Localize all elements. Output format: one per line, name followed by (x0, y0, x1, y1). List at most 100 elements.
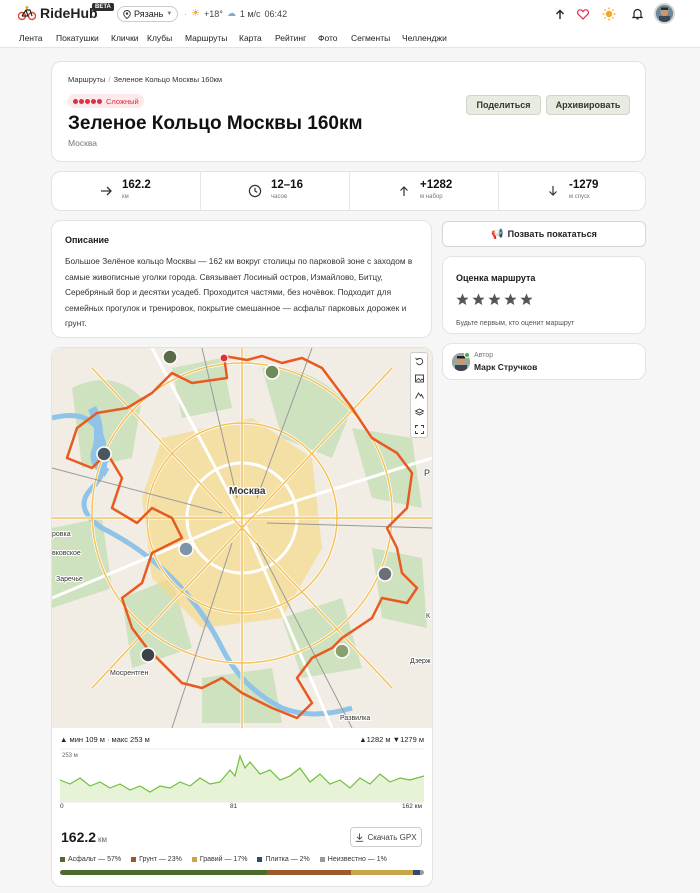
download-gpx-label: Скачать GPX (367, 832, 417, 842)
star-icon[interactable] (472, 293, 485, 306)
star-icon[interactable] (504, 293, 517, 306)
route-map[interactable]: Москва Заречье Мосрентген Развилка Дзерж… (52, 348, 432, 728)
breadcrumb: Маршруты / Зеленое Кольцо Москвы 160км (68, 75, 223, 84)
author-card[interactable]: Автор Марк Стручков (442, 343, 646, 380)
nav-item-feed[interactable]: Лента (19, 33, 43, 43)
elevation-gain-loss: ▲1282 м ▼1279 м (359, 735, 424, 744)
fullscreen-icon[interactable] (411, 421, 427, 438)
reset-view-icon[interactable] (411, 353, 427, 370)
description-text: Большое Зелёное кольцо Москвы — 162 км в… (65, 256, 413, 328)
map-label: ровка (52, 531, 71, 538)
difficulty-badge: Сложный (68, 94, 144, 108)
breadcrumb-current: Зеленое Кольцо Москвы 160км (113, 75, 223, 84)
mountain-icon: ▲ (60, 735, 68, 744)
beta-badge: BETA (92, 3, 114, 11)
megaphone-icon: 📢 (491, 228, 504, 240)
stat-value: 12–16 (271, 179, 303, 191)
nav-item-rating[interactable]: Рейтинг (275, 33, 306, 43)
surface-breakdown-bar (60, 870, 424, 875)
stat-value: -1279 (569, 179, 599, 191)
nav-item-photos[interactable]: Фото (318, 33, 338, 43)
brand-name: RideHub (40, 5, 98, 21)
stat-label: часов (271, 194, 288, 200)
legend-item: Гравий — 17% (191, 856, 247, 863)
elevation-loss: ▼1279 м (392, 735, 424, 744)
elevation-chart[interactable]: 253 м (60, 748, 424, 803)
logo[interactable]: RideHub (18, 5, 98, 21)
stat-duration: 12–16 часов (201, 172, 350, 210)
download-gpx-button[interactable]: Скачать GPX (350, 827, 422, 847)
map-city-label: Москва (229, 486, 266, 497)
weather-widget: · ☀ +18° ☁ 1 м/с 06:42 (184, 8, 288, 19)
author-name[interactable]: Марк Стручков (474, 362, 537, 372)
difficulty-dot (97, 98, 102, 104)
surface-legend: Асфальт — 57% Грунт — 23% Гравий — 17% П… (60, 856, 387, 863)
clock-time: 06:42 (264, 8, 288, 19)
bike-logo-icon (18, 6, 36, 21)
main-nav: Лента Покатушки Клички Клубы Маршруты Ка… (0, 28, 700, 48)
terrain-icon[interactable] (411, 387, 427, 404)
image-icon[interactable] (411, 370, 427, 387)
location-pin-icon (123, 9, 131, 19)
star-icon[interactable] (520, 293, 533, 306)
nav-item-routes[interactable]: Маршруты (185, 33, 227, 43)
difficulty-dot (79, 98, 84, 104)
map-toolbar (410, 352, 428, 438)
invite-ride-button[interactable]: 📢 Позвать покататься (442, 221, 646, 247)
map-label: Дзерж (410, 658, 431, 665)
legend-swatch (319, 856, 325, 862)
user-avatar[interactable] (654, 3, 675, 24)
star-icon[interactable] (456, 293, 469, 306)
layers-icon[interactable] (411, 404, 427, 421)
elevation-x-tick: 81 (230, 803, 238, 810)
bell-icon[interactable] (630, 7, 644, 21)
archive-button[interactable]: Архивировать (546, 95, 630, 115)
nav-item-tags[interactable]: Клички (111, 33, 139, 43)
breadcrumb-routes-link[interactable]: Маршруты (68, 75, 105, 84)
rating-stars[interactable] (456, 293, 533, 306)
difficulty-dot (73, 98, 78, 104)
surface-segment (413, 870, 421, 875)
stat-descent: -1279 м спуск (499, 172, 647, 210)
difficulty-dot (85, 98, 90, 104)
stat-ascent: +1282 м набор (350, 172, 499, 210)
arrow-up-icon (400, 186, 408, 196)
map-label: Развилка (340, 715, 370, 722)
wind-speed: 1 м/с (239, 8, 261, 19)
surface-segment (60, 870, 268, 875)
heart-icon[interactable] (576, 7, 590, 21)
description-card: Описание Большое Зелёное кольцо Москвы —… (51, 220, 432, 338)
star-icon[interactable] (488, 293, 501, 306)
route-start-marker[interactable] (219, 353, 229, 363)
map-label: Р (424, 468, 430, 478)
description-heading: Описание (65, 235, 110, 245)
arrow-right-icon (101, 186, 112, 196)
map-label: Мосрентген (110, 670, 148, 677)
legend-item: Грунт — 23% (131, 856, 182, 863)
legend-label: Неизвестно — 1% (327, 856, 387, 863)
nav-item-challenges[interactable]: Челленджи (402, 33, 447, 43)
nav-item-clubs[interactable]: Клубы (147, 33, 172, 43)
nav-item-rides[interactable]: Покатушки (56, 33, 99, 43)
elevation-gain: ▲1282 м (359, 735, 391, 744)
elevation-y-tick: 253 м (62, 753, 78, 759)
legend-item: Плитка — 2% (257, 856, 310, 863)
nav-item-segments[interactable]: Сегменты (351, 33, 390, 43)
share-button[interactable]: Поделиться (466, 95, 541, 115)
theme-sun-icon[interactable] (602, 7, 616, 21)
rating-card: Оценка маршрута Будьте первым, кто оцени… (442, 256, 646, 334)
page-title: Зеленое Кольцо Москвы 160км (68, 113, 363, 134)
route-stats-bar: 162.2 км 12–16 часов +1282 м набор -1279… (51, 171, 646, 211)
stat-distance: 162.2 км (52, 172, 201, 210)
stat-value: +1282 (420, 179, 453, 191)
upload-icon[interactable] (553, 7, 567, 21)
legend-swatch (191, 856, 197, 862)
rating-heading: Оценка маршрута (456, 273, 536, 283)
distance-value: 162.2 (61, 829, 97, 845)
sun-icon: ☀ (191, 8, 200, 19)
map-label: Заречье (56, 576, 83, 583)
map-canvas: Москва Заречье Мосрентген Развилка Дзерж… (52, 348, 432, 728)
city-selector[interactable]: Рязань ▼ (117, 6, 179, 22)
nav-item-map[interactable]: Карта (239, 33, 262, 43)
elevation-summary: ▲ мин 109 м · макс 253 м ▲1282 м ▼1279 м (60, 735, 424, 744)
